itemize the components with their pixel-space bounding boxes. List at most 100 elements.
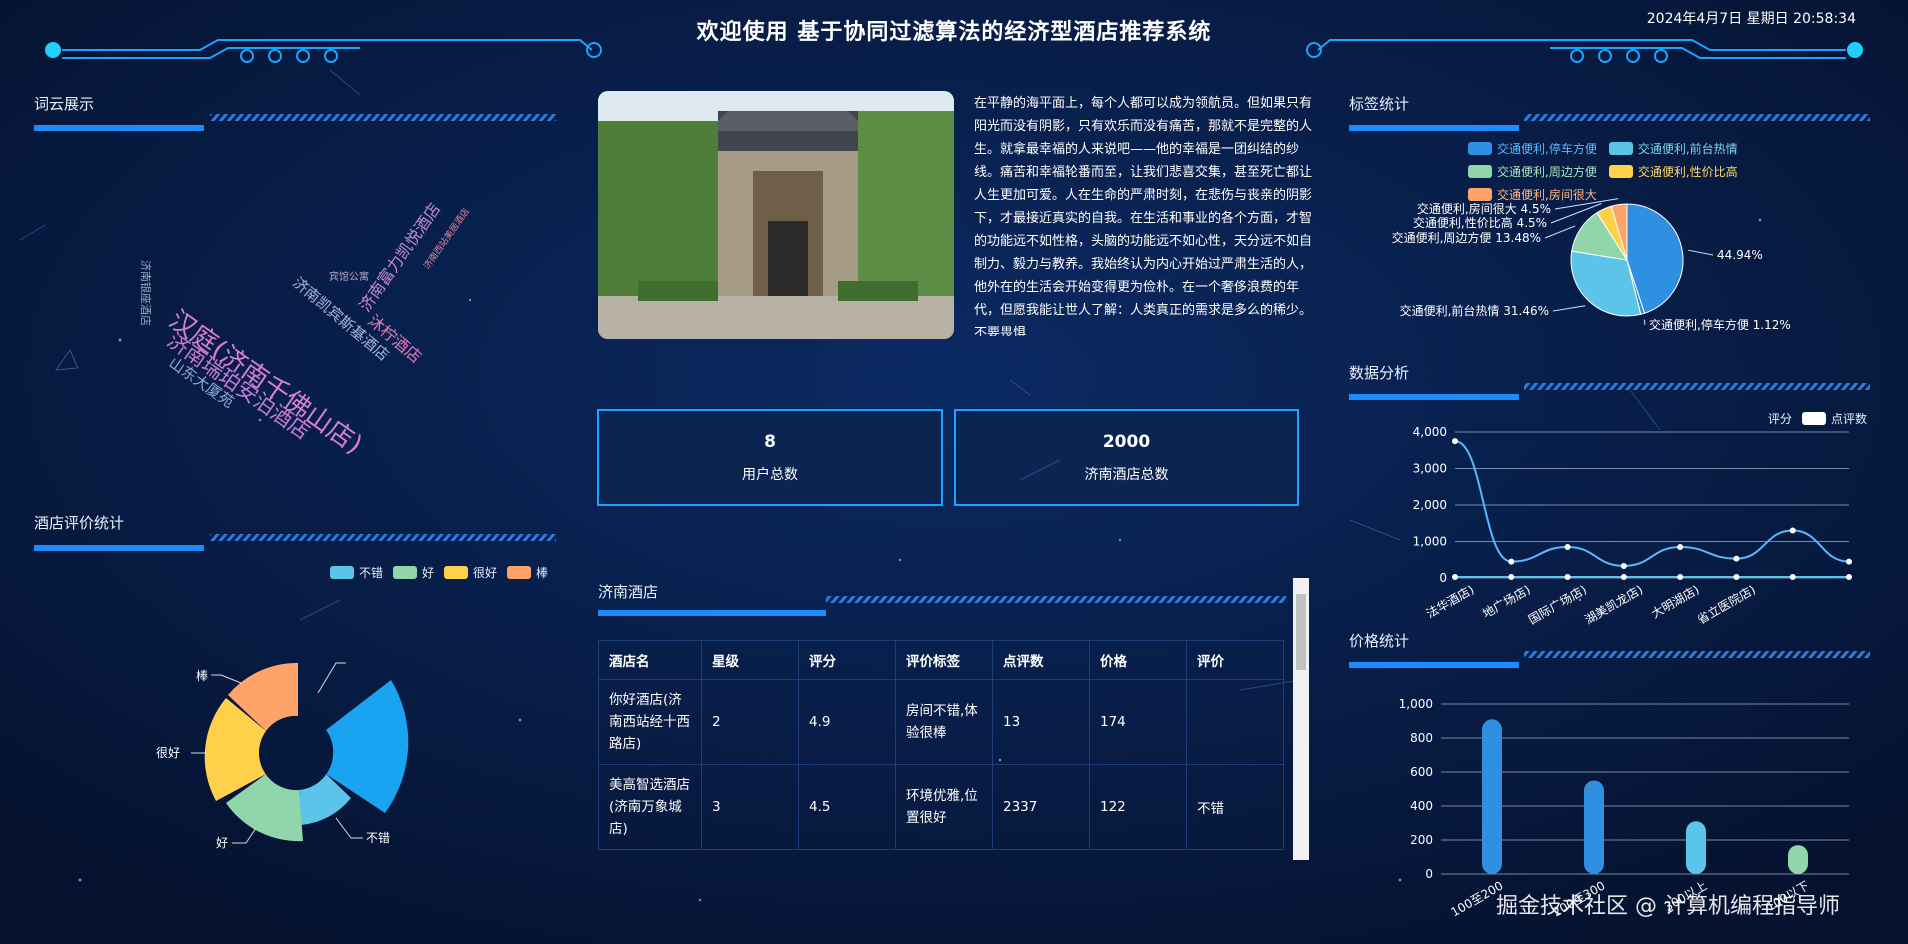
line-point-score[interactable]	[1620, 574, 1627, 580]
y-tick-label: 3,000	[1413, 462, 1447, 476]
page-title: 欢迎使用 基于协同过滤算法的经济型酒店推荐系统	[696, 20, 1212, 45]
line-point[interactable]	[1620, 562, 1627, 569]
col-header-star[interactable]: 星级	[701, 640, 799, 680]
col-header-score[interactable]: 评分	[798, 640, 896, 680]
legend-item-bucuo[interactable]: 不错	[330, 564, 383, 581]
x-tick-label: 湖美凯龙店)	[1582, 582, 1646, 627]
legend-item-henhao[interactable]: 很好	[444, 564, 497, 581]
y-tick-label: 4,000	[1413, 425, 1447, 439]
rose-label-henhao: 很好	[156, 746, 180, 760]
x-tick-label: 法华酒店)	[1424, 582, 1477, 620]
line-point[interactable]	[1508, 558, 1515, 565]
line-point-score[interactable]	[1508, 574, 1515, 580]
review-rose-chart: 棒 很好 好 不错	[156, 662, 409, 850]
col-header-price[interactable]: 价格	[1089, 640, 1187, 680]
price-bar-chart: 02004006008001,000100至200 200至300 300以上 100…	[1399, 697, 1849, 920]
word-cloud: 汉庭(济南千佛山店) 济南瑞珀安泊酒店 山东大厦苑 济南银座酒店 济南凯宾斯基酒…	[34, 140, 554, 500]
line-point[interactable]	[1789, 527, 1796, 534]
hotel-table-title: 济南酒店	[598, 583, 659, 601]
stat-hotel-total: 2000 济南酒店总数	[955, 432, 1298, 484]
pie-leader-line	[1552, 305, 1586, 312]
line-point-score[interactable]	[1677, 574, 1684, 580]
price-bar[interactable]	[1584, 780, 1604, 875]
pie-label: 交通便利,性价比高 4.5%	[1413, 215, 1547, 230]
price-bar[interactable]	[1788, 845, 1808, 874]
line-point-score[interactable]	[1564, 574, 1571, 580]
price-bar[interactable]	[1686, 821, 1706, 874]
review-legend: 不错 好 很好 棒	[330, 564, 548, 581]
rose-label-bang: 棒	[196, 669, 208, 683]
review-stats-title: 酒店评价统计	[34, 514, 125, 532]
col-header-reviews[interactable]: 点评数	[992, 640, 1090, 680]
price-bar[interactable]	[1482, 719, 1502, 874]
stat-user-total: 8 用户总数	[598, 432, 942, 484]
y-tick-label: 800	[1410, 731, 1433, 745]
cell-name: 你好酒店(济南西站经十西路店)	[598, 679, 702, 765]
line-point[interactable]	[1452, 438, 1458, 445]
line-point[interactable]	[1846, 558, 1852, 565]
cell-tags: 房间不错,体验很棒	[895, 679, 993, 765]
cell-comment	[1186, 679, 1284, 765]
y-tick-label: 1,000	[1399, 697, 1433, 711]
pie-label: 交通便利,房间很大 4.5%	[1417, 201, 1551, 216]
cell-name: 美高智选酒店(济南万象城店)	[598, 764, 702, 850]
pie-leader-line	[1688, 249, 1714, 256]
hotel-table-container[interactable]: 酒店名 星级 评分 评价标签 点评数 价格 评价 你好酒店(济南西站经十西路店)…	[598, 640, 1284, 860]
stat-user-total-value: 8	[764, 432, 776, 452]
legend-item-tag-1[interactable]: 交通便利,前台热情	[1608, 140, 1738, 157]
line-point[interactable]	[1733, 555, 1740, 562]
legend-item-tag-3[interactable]: 交通便利,性价比高	[1608, 163, 1738, 180]
word-cloud-title: 词云展示	[34, 95, 95, 113]
y-tick-label: 0	[1425, 867, 1433, 881]
hotel-table: 酒店名 星级 评分 评价标签 点评数 价格 评价 你好酒店(济南西站经十西路店)…	[598, 640, 1284, 850]
cell-tags: 环境优雅,位置很好	[895, 764, 993, 850]
rose-label-hao: 好	[216, 836, 228, 850]
legend-item-hao[interactable]: 好	[393, 564, 434, 581]
line-series-reviews[interactable]	[1454, 440, 1850, 567]
word-cloud-word: 济南银座酒店	[139, 260, 152, 326]
legend-item-bang[interactable]: 棒	[507, 564, 548, 581]
line-point[interactable]	[1564, 543, 1571, 550]
pie-label: 交通便利,停车方便 1.12%	[1649, 317, 1791, 332]
line-point-score[interactable]	[1789, 574, 1796, 580]
line-point-score[interactable]	[1846, 574, 1852, 580]
stat-hotel-total-label: 济南酒店总数	[1084, 467, 1169, 483]
price-stats-title: 价格统计	[1349, 632, 1410, 650]
pie-label: 交通便利,前台热情 31.46%	[1400, 303, 1549, 318]
pie-leader-line	[1643, 319, 1646, 326]
col-header-comment[interactable]: 评价	[1186, 640, 1284, 680]
cell-star: 2	[701, 679, 799, 765]
table-scrollbar-thumb[interactable]	[1296, 594, 1306, 670]
cell-price: 122	[1089, 764, 1187, 850]
data-analysis-title: 数据分析	[1349, 364, 1410, 382]
cell-score: 4.5	[798, 764, 896, 850]
y-tick-label: 200	[1410, 833, 1433, 847]
word-cloud-word: 宾馆公寓	[329, 272, 369, 283]
y-tick-label: 1,000	[1413, 535, 1447, 549]
y-tick-label: 400	[1410, 799, 1433, 813]
x-tick-label: 大明湖店)	[1649, 582, 1702, 621]
cell-star: 3	[701, 764, 799, 850]
table-row[interactable]: 你好酒店(济南西站经十西路店) 2 4.9 房间不错,体验很棒 13 174	[598, 679, 1284, 765]
stat-hotel-total-value: 2000	[1102, 432, 1151, 452]
line-point-score[interactable]	[1452, 574, 1458, 580]
line-point[interactable]	[1677, 543, 1684, 550]
legend-item-tag-0[interactable]: 交通便利,停车方便	[1468, 140, 1597, 157]
intro-paragraph: 在平静的海平面上，每个人都可以成为领航员。但如果只有阳光而没有阴影，只有欢乐而没…	[974, 96, 1313, 336]
tag-pie-chart: 44.94% 交通便利,停车方便 1.12% 交通便利,前台热情 31.46% 交通便…	[1392, 198, 1791, 332]
cell-comment: 不错	[1186, 764, 1284, 850]
cell-price: 174	[1089, 679, 1187, 765]
cell-score: 4.9	[798, 679, 896, 765]
col-header-tags[interactable]: 评价标签	[895, 640, 993, 680]
rose-label-bucuo: 不错	[366, 831, 390, 845]
stat-user-total-label: 用户总数	[742, 467, 798, 483]
legend-item-tag-2[interactable]: 交通便利,周边方便	[1468, 163, 1597, 180]
pie-leader-line	[1544, 225, 1576, 239]
col-header-name[interactable]: 酒店名	[598, 640, 702, 680]
x-tick-label: 省立医院店)	[1694, 582, 1758, 627]
review-line-chart: 0 1,000 2,000 3,000 4,000 法华酒店) 地广场店)国际广场店)湖美凯…	[1413, 425, 1852, 627]
x-tick-label: 国际广场店)	[1526, 582, 1589, 626]
table-row[interactable]: 美高智选酒店(济南万象城店) 3 4.5 环境优雅,位置很好 2337 122 …	[598, 764, 1284, 850]
cell-reviews: 2337	[992, 764, 1090, 850]
line-point-score[interactable]	[1733, 574, 1740, 580]
